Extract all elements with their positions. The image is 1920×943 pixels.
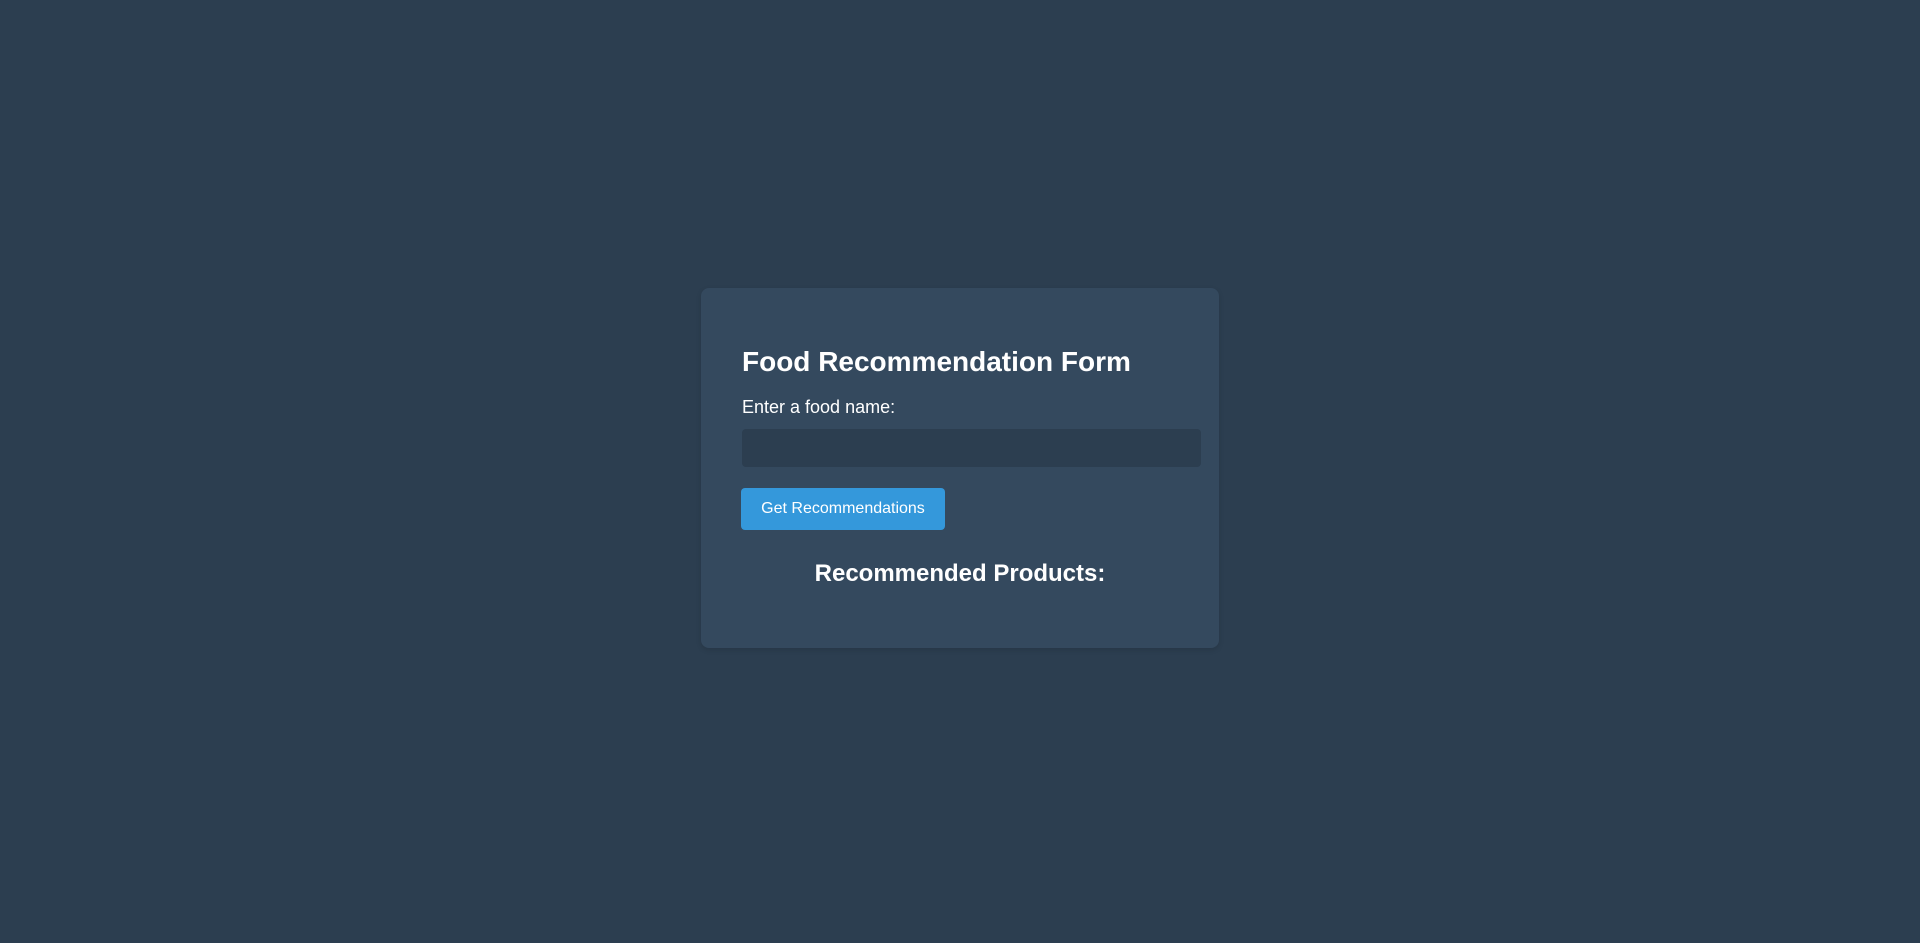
get-recommendations-button[interactable]: Get Recommendations bbox=[741, 488, 945, 530]
recommended-products-heading: Recommended Products: bbox=[814, 560, 1106, 587]
food-name-label: Enter a food name: bbox=[742, 397, 896, 417]
recommendation-form-card: Food Recommendation Form Enter a food na… bbox=[701, 288, 1219, 648]
food-name-input[interactable] bbox=[742, 429, 1201, 467]
form-title: Food Recommendation Form bbox=[742, 346, 1131, 377]
